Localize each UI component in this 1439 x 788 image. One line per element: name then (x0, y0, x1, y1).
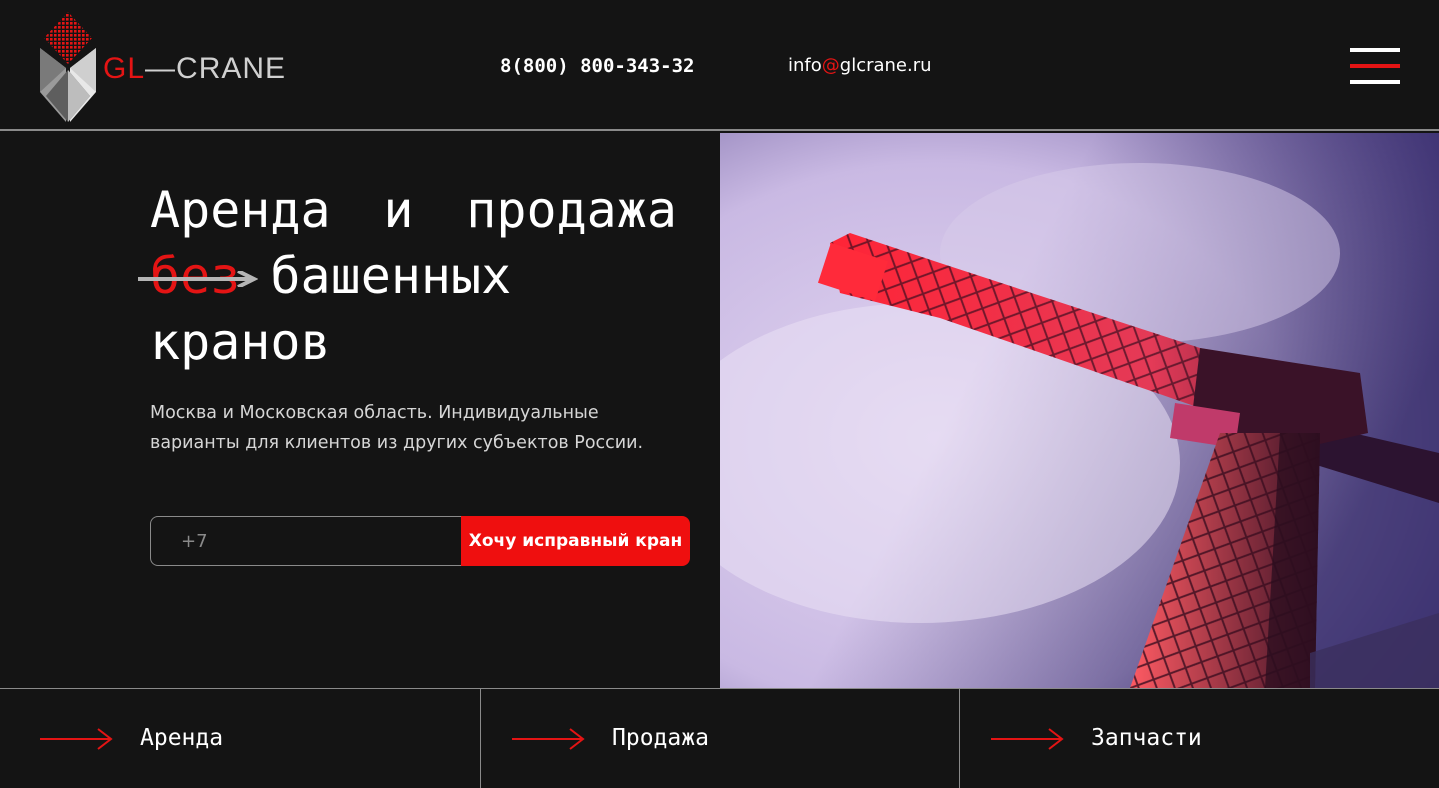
logo-dash: — (145, 52, 177, 85)
title-word-prodazha: продажа (466, 181, 677, 239)
nav-item-prodazha[interactable]: Продажа (480, 689, 959, 788)
title-word-bashennykh: башенных (270, 247, 512, 305)
arrow-right-icon (512, 728, 585, 750)
title-word-i: и (383, 181, 414, 239)
hero-panel: Аренда и продажа без башенных кранов Мос… (0, 133, 720, 688)
strike-arrow-icon (138, 271, 258, 287)
crane-image (720, 133, 1439, 688)
title-strike-word: без (138, 243, 258, 309)
logo-crane: CRANE (176, 52, 287, 85)
hero-title-line2: без башенных (138, 243, 690, 309)
header: GL—CRANE 8(800) 800-343-32 info@glcrane.… (0, 0, 1439, 131)
logo[interactable]: GL—CRANE (38, 10, 318, 122)
menu-bar-bottom (1350, 80, 1400, 84)
nav-label-arenda: Аренда (140, 725, 224, 751)
crane-photo (720, 133, 1439, 688)
email-domain: glcrane.ru (839, 55, 932, 76)
arrow-right-icon (991, 728, 1064, 750)
menu-bar-middle (1350, 64, 1400, 68)
phone-input[interactable] (150, 516, 462, 566)
nav-item-arenda[interactable]: Аренда (0, 689, 480, 788)
hero-title-line1: Аренда и продажа (150, 177, 677, 243)
hero-title: Аренда и продажа без башенных кранов (138, 177, 690, 375)
menu-icon[interactable] (1350, 48, 1400, 86)
email-at: @ (821, 55, 840, 76)
hero-subtitle: Москва и Московская область. Индивидуаль… (150, 403, 644, 453)
logo-gl: GL (103, 52, 146, 85)
email-user: info (788, 55, 822, 76)
logo-wordmark: GL—CRANE (103, 52, 286, 86)
nav-item-zapchasti[interactable]: Запчасти (959, 689, 1439, 788)
cta-button[interactable]: Хочу исправный кран (461, 516, 690, 566)
nav-label-zapchasti: Запчасти (1091, 725, 1202, 751)
arrow-right-icon (40, 728, 113, 750)
header-email-link[interactable]: info@glcrane.ru (788, 55, 932, 76)
title-word-arenda: Аренда (150, 181, 331, 239)
logo-icon (40, 12, 96, 122)
menu-bar-top (1350, 48, 1400, 52)
nav-label-prodazha: Продажа (612, 725, 709, 751)
bottom-nav: Аренда Продажа Запчасти (0, 688, 1439, 788)
header-phone-link[interactable]: 8(800) 800-343-32 (500, 55, 694, 77)
hero-title-line3: кранов (150, 313, 331, 371)
